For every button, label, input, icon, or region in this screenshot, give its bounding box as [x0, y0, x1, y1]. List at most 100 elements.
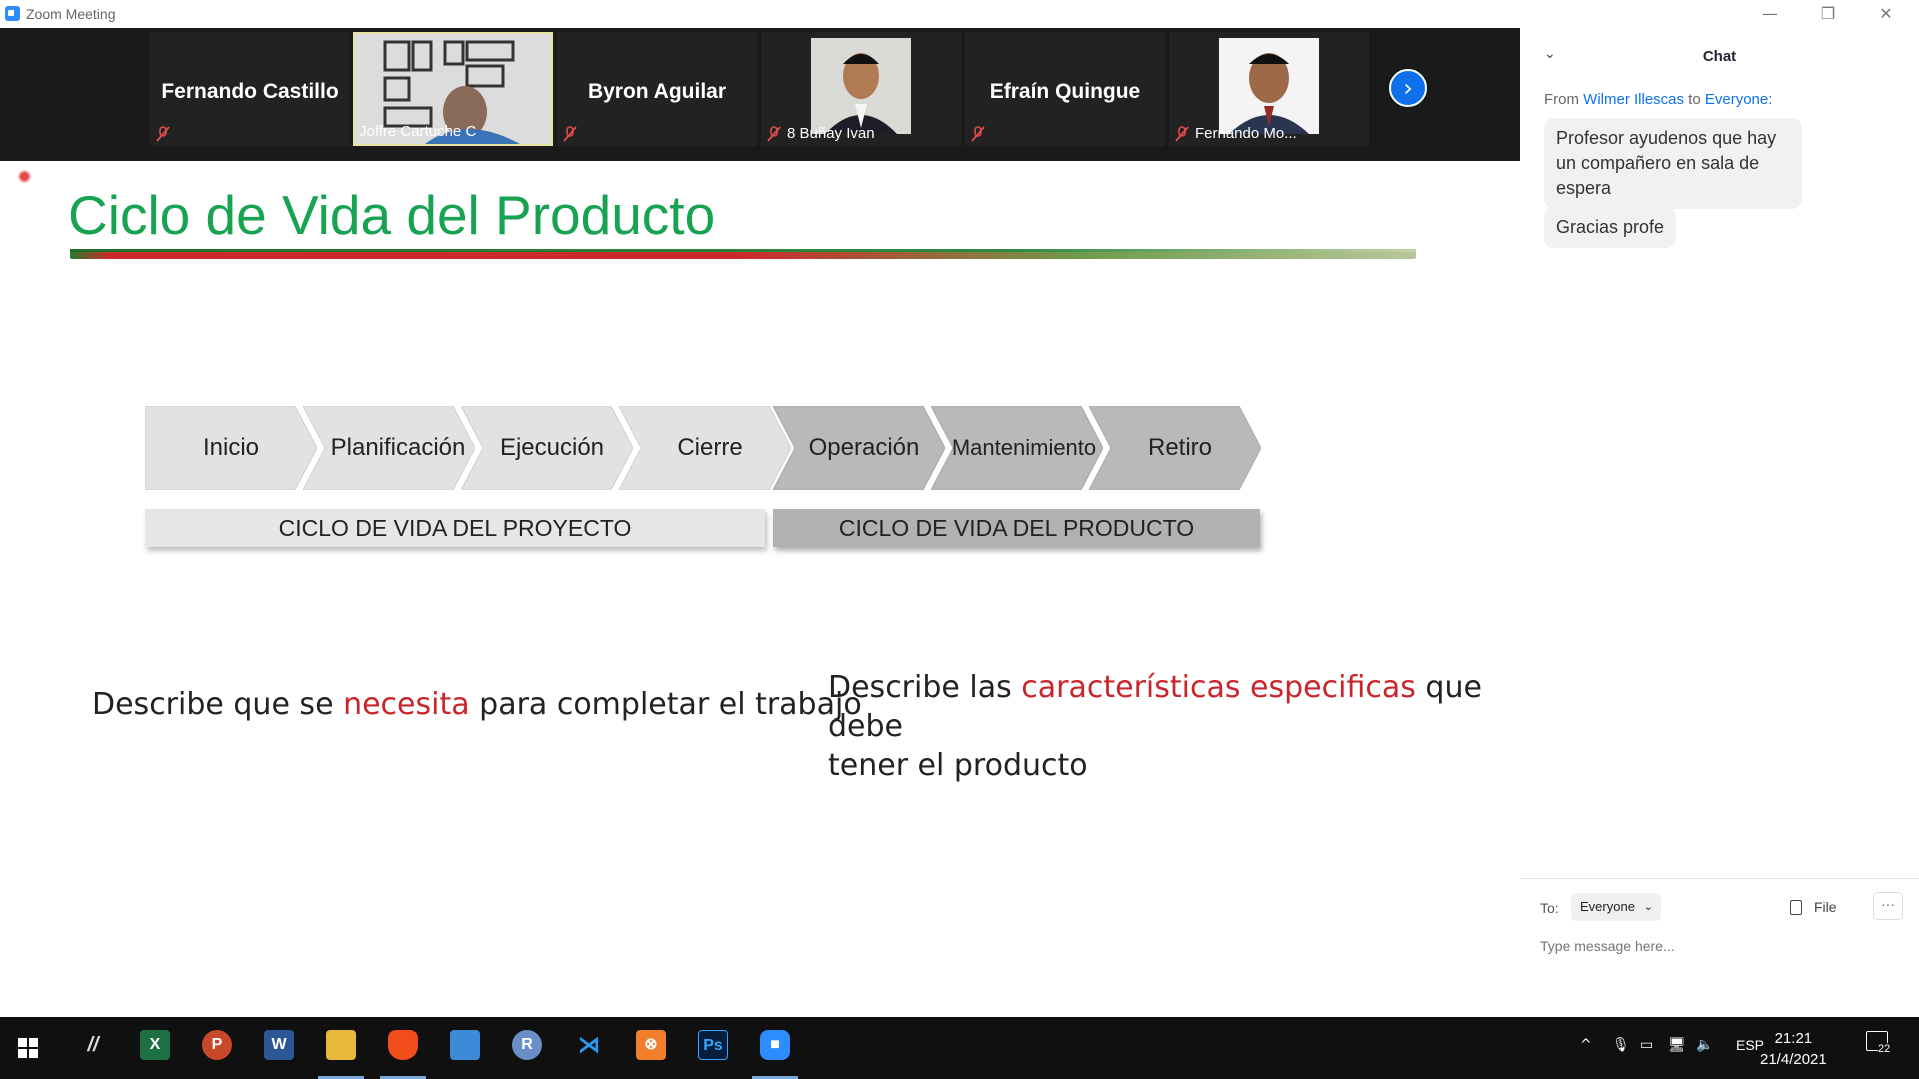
chat-title: Chat [1702, 48, 1737, 65]
chat-panel: ⌄ Chat From Wilmer Illescas to Everyone:… [1520, 28, 1919, 1017]
xampp-icon[interactable]: ⊗ [636, 1030, 666, 1060]
phase-inicio: Inicio [144, 405, 318, 491]
participant-tile[interactable]: Efraín Quingue [965, 32, 1165, 146]
r-icon[interactable]: R [512, 1030, 542, 1060]
participant-name: Fernando Mo... [1195, 125, 1297, 142]
participant-gallery: Fernando Castillo Joffre Cartuche C Byro… [0, 28, 1520, 161]
project-description: Describe que se necesita para completar … [92, 687, 862, 722]
phase-retiro: Retiro [1088, 405, 1262, 491]
recipient-value: Everyone [1580, 899, 1635, 914]
record-indicator-icon [18, 170, 31, 183]
participant-tile[interactable]: 8 Buñay Ivan [761, 32, 961, 146]
phase-label: Inicio [202, 434, 260, 461]
chevron-right-icon[interactable]: › [1389, 69, 1427, 107]
phase-label: Cierre [677, 434, 743, 461]
participant-tile[interactable]: Byron Aguilar [557, 32, 757, 146]
notifications-count: 22 [1878, 1043, 1891, 1055]
phase-mantenimiento: Mantenimiento [930, 405, 1104, 491]
desc-text: para completar el trabajo [469, 687, 862, 722]
word-icon[interactable]: W [264, 1030, 294, 1060]
project-lifecycle-band: CICLO DE VIDA DEL PROYECTO [145, 509, 765, 547]
windows-taskbar: // X P W R ⋊ ⊗ Ps ■ ^ 🎙 ▭ 🖥 🔈 ESP 21:21 … [0, 1017, 1919, 1079]
mic-muted-icon [1175, 126, 1189, 142]
clock-date: 21/4/2021 [1760, 1051, 1827, 1068]
desc-text: Describe que se [92, 687, 344, 722]
participant-name: Fernando Castillo [161, 80, 339, 103]
to-word: to [1684, 91, 1705, 108]
close-button[interactable]: ✕ [1857, 0, 1915, 28]
minimize-button[interactable]: — [1741, 0, 1799, 28]
file-icon [1790, 900, 1802, 915]
phase-label: Operación [808, 434, 920, 461]
mic-muted-icon [563, 126, 577, 142]
desc-highlight: características especificas [1021, 670, 1416, 705]
volume-icon[interactable]: 🔈 [1696, 1037, 1713, 1053]
network-icon[interactable]: 🖥 [1668, 1037, 1686, 1053]
microphone-icon[interactable]: 🎙 [1612, 1037, 1630, 1053]
participant-name: Efraín Quingue [989, 80, 1141, 103]
phase-planificacion: Planificación [302, 405, 476, 491]
participant-tile[interactable]: Fernando Mo... [1169, 32, 1369, 146]
file-button[interactable]: File [1790, 894, 1837, 920]
more-options-button[interactable]: ··· [1873, 892, 1903, 920]
window-titlebar: Zoom Meeting — ❐ ✕ [0, 0, 1919, 28]
file-explorer-icon[interactable] [326, 1030, 356, 1060]
zoom-app-icon[interactable]: ■ [760, 1030, 790, 1060]
powerpoint-icon[interactable]: P [202, 1030, 232, 1060]
phase-label: Mantenimiento [951, 435, 1097, 460]
from-prefix: From [1544, 91, 1584, 108]
notifications-icon[interactable]: 22 [1866, 1031, 1891, 1055]
phase-label: Retiro [1147, 434, 1213, 461]
windows-start-icon[interactable] [18, 1038, 38, 1058]
restore-button[interactable]: ❐ [1799, 0, 1857, 28]
participant-name: 8 Buñay Ivan [787, 125, 875, 142]
phase-label: Ejecución [499, 434, 605, 461]
shared-screen: Ciclo de Vida del Producto Inicio Planif… [0, 161, 1520, 1017]
recipient-select[interactable]: Everyone ⌄ [1571, 893, 1661, 921]
product-lifecycle-band: CICLO DE VIDA DEL PRODUCTO [773, 509, 1260, 547]
clock-time: 21:21 [1774, 1030, 1813, 1047]
to-label: To: [1540, 900, 1559, 916]
phase-operacion: Operación [772, 405, 946, 491]
inkscape-icon[interactable]: // [78, 1030, 108, 1060]
window-title: Zoom Meeting [26, 6, 116, 22]
message-sender: From Wilmer Illescas to Everyone: [1544, 91, 1772, 108]
participant-tile[interactable]: Fernando Castillo [150, 32, 350, 146]
photoshop-icon[interactable]: Ps [698, 1030, 728, 1060]
product-description: Describe las características especificas… [828, 668, 1520, 785]
phase-ejecucion: Ejecución [460, 405, 634, 491]
mic-muted-icon [971, 126, 985, 142]
brave-icon[interactable] [388, 1030, 418, 1060]
battery-icon[interactable]: ▭ [1640, 1037, 1653, 1053]
desc-line-2: tener el producto [828, 748, 1088, 783]
chevron-up-icon[interactable]: ^ [1580, 1037, 1592, 1053]
mic-muted-icon [156, 126, 170, 142]
contacts-icon[interactable] [450, 1030, 480, 1060]
sender-name[interactable]: Wilmer Illescas [1583, 91, 1684, 108]
clock[interactable]: 21:21 21/4/2021 [1760, 1028, 1827, 1070]
excel-icon[interactable]: X [140, 1030, 170, 1060]
participant-photo [811, 38, 911, 134]
phase-cierre: Cierre [618, 405, 792, 491]
desc-highlight: necesita [343, 687, 470, 722]
desc-line-1: Describe las características especificas… [828, 668, 1520, 746]
chat-message: Profesor ayudenos que hay un compañero e… [1544, 118, 1802, 209]
file-label: File [1814, 899, 1837, 915]
recipient-suffix: : [1768, 91, 1773, 108]
slide-title: Ciclo de Vida del Producto [68, 184, 716, 246]
chat-message: Gracias profe [1544, 207, 1677, 248]
phase-label: Planificación [330, 434, 466, 461]
zoom-icon [5, 6, 20, 21]
title-divider [70, 249, 1416, 259]
participant-name: Joffre Cartuche C [359, 123, 477, 140]
chat-message-input[interactable] [1540, 932, 1900, 960]
chat-divider [1520, 878, 1919, 879]
participant-tile-active[interactable]: Joffre Cartuche C [353, 32, 553, 146]
participant-name: Byron Aguilar [587, 80, 727, 103]
recipient-name: Everyone [1704, 91, 1769, 108]
participant-photo [1219, 38, 1319, 134]
chevron-down-icon: ⌄ [1643, 900, 1653, 913]
desc-text: Describe las [828, 670, 1022, 705]
vscode-icon[interactable]: ⋊ [574, 1030, 604, 1060]
mic-muted-icon [767, 126, 781, 142]
